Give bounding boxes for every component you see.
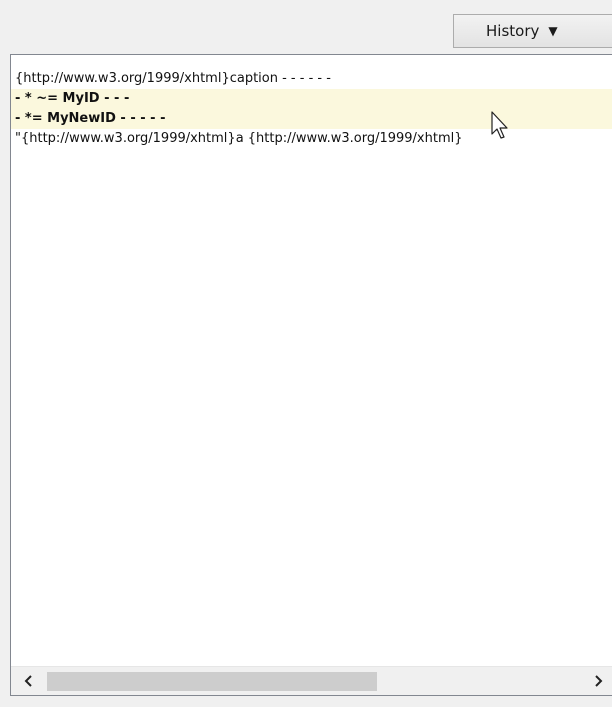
caret-down-icon: ▼ [548, 24, 558, 38]
scrollbar-thumb[interactable] [47, 672, 377, 691]
history-button[interactable]: History ▼ [453, 14, 612, 48]
scroll-left-arrow-icon[interactable] [15, 667, 43, 695]
history-list: {http://www.w3.org/1999/xhtml}caption - … [11, 69, 612, 149]
history-line-anchor[interactable]: "{http://www.w3.org/1999/xhtml}a {http:/… [11, 129, 612, 149]
history-button-label: History [486, 22, 540, 40]
history-line-caption[interactable]: {http://www.w3.org/1999/xhtml}caption - … [11, 69, 612, 89]
history-line-mynewid[interactable]: - *= MyNewID - - - - - [11, 109, 612, 129]
scroll-right-arrow-icon[interactable] [584, 667, 612, 695]
horizontal-scrollbar[interactable] [11, 666, 612, 695]
history-panel[interactable]: {http://www.w3.org/1999/xhtml}caption - … [10, 54, 612, 696]
history-line-myid[interactable]: - * ~= MyID - - - [11, 89, 612, 109]
